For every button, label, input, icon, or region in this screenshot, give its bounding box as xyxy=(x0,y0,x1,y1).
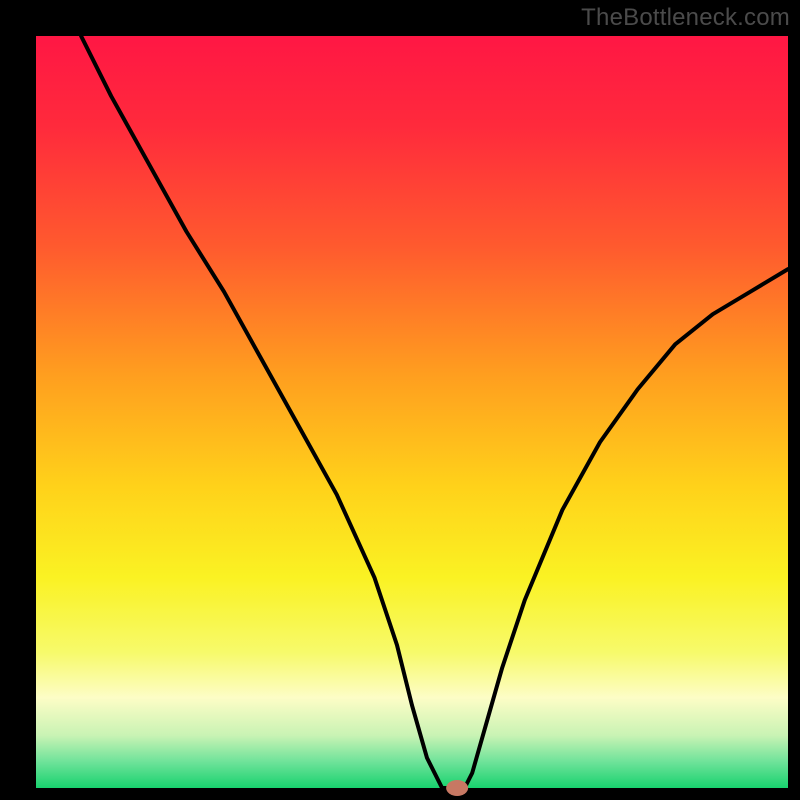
bottleneck-chart xyxy=(0,0,800,800)
attribution-label: TheBottleneck.com xyxy=(581,4,790,32)
plot-area xyxy=(36,36,788,788)
chart-frame: TheBottleneck.com xyxy=(0,0,800,800)
optimal-marker xyxy=(446,780,468,796)
